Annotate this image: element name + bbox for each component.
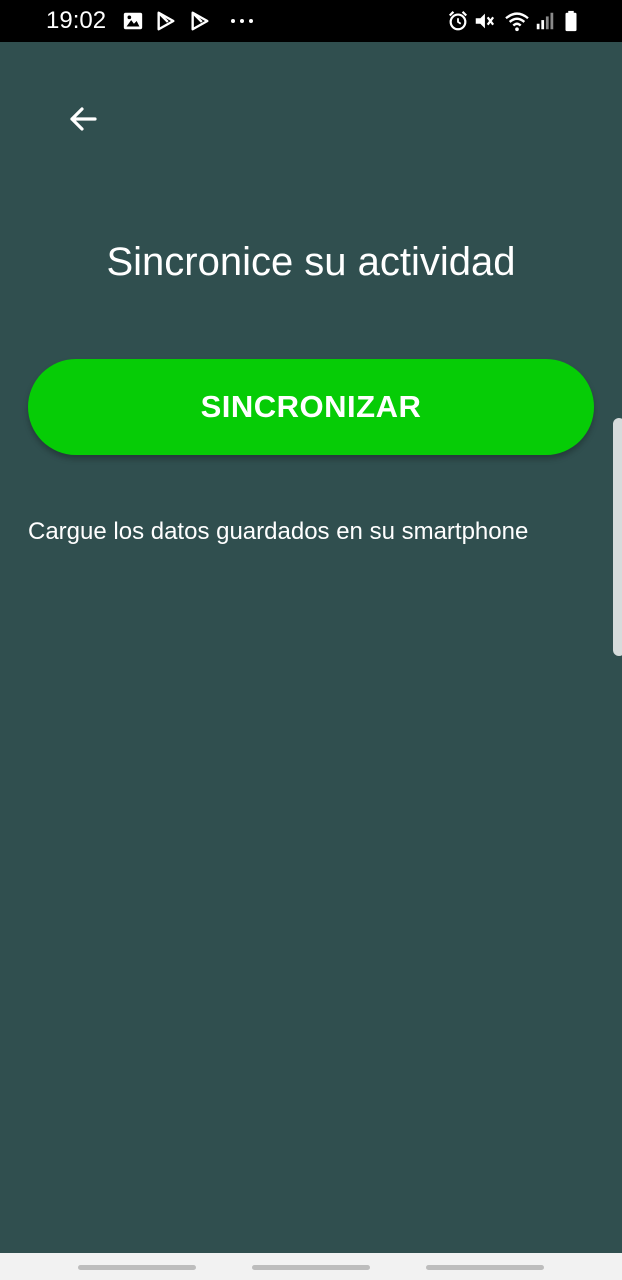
status-bar: 19:02 [0,0,622,42]
play-store-icon [189,10,211,32]
alarm-icon [447,10,469,32]
image-icon [122,10,144,32]
nav-recent-apps-button[interactable] [78,1265,196,1270]
play-store-icon [155,10,177,32]
nav-back-button[interactable] [426,1265,544,1270]
page-title: Sincronice su actividad [106,240,516,284]
back-button[interactable] [60,96,106,142]
vibrate-mute-icon [473,10,495,32]
signal-icon [534,10,556,32]
scroll-indicator[interactable] [613,418,622,656]
sync-button[interactable]: SINCRONIZAR [28,359,594,455]
app-screen: 19:02 Sincronice su actividad SINCRONIZA… [0,0,622,1280]
wifi-icon [503,10,531,32]
sync-description: Cargue los datos guardados en su smartph… [28,518,529,545]
nav-home-button[interactable] [252,1265,370,1270]
more-notifications-icon [229,10,255,32]
status-time: 19:02 [46,7,107,34]
arrow-left-icon [67,103,99,135]
navigation-bar [0,1253,622,1280]
battery-icon [560,10,582,32]
